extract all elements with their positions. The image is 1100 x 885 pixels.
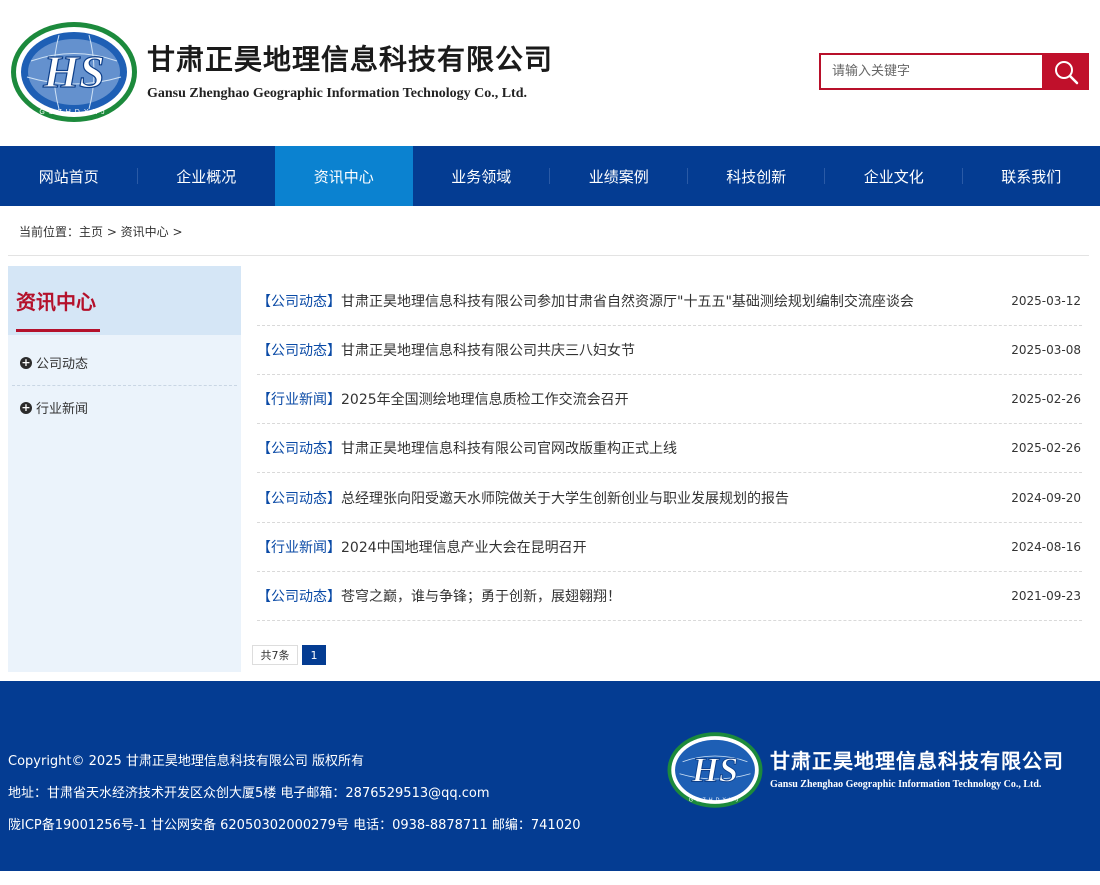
main-nav: 网站首页 企业概况 资讯中心 业务领域 业绩案例 科技创新 企业文化 联系我们 (0, 146, 1100, 206)
news-title[interactable]: 总经理张向阳受邀天水师院做关于大学生创新创业与职业发展规划的报告 (341, 488, 789, 508)
news-date: 2025-03-08 (1011, 343, 1081, 357)
svg-text:GSZHDXXJ: GSZHDXXJ (689, 798, 741, 804)
nav-item-business[interactable]: 业务领域 (413, 146, 550, 206)
news-date: 2025-02-26 (1011, 392, 1081, 406)
news-date: 2025-03-12 (1011, 294, 1081, 308)
pager-page-button[interactable]: 1 (302, 645, 326, 665)
site-header: HS GSZHDXXJ 甘肃正昊地理信息科技有限公司 Gansu Zhengha… (0, 0, 1100, 146)
svg-text:GSZHDXXJ: GSZHDXXJ (39, 109, 108, 116)
sidebar-item-label: 公司动态 (36, 357, 89, 372)
nav-item-about[interactable]: 企业概况 (138, 146, 276, 206)
search-box (819, 53, 1042, 90)
news-list-item[interactable]: 【公司动态】 甘肃正昊地理信息科技有限公司共庆三八妇女节 2025-03-08 (257, 326, 1082, 375)
footer-company-name-en: Gansu Zhenghao Geographic Information Te… (770, 779, 1042, 790)
sidebar: 资讯中心 + 公司动态 + 行业新闻 (8, 266, 241, 672)
nav-label: 业绩案例 (588, 167, 649, 186)
news-category[interactable]: 【公司动态】 (257, 488, 341, 508)
search-input[interactable] (821, 55, 1042, 88)
news-category[interactable]: 【公司动态】 (257, 586, 341, 606)
footer-icp[interactable]: 陇ICP备19001256号-1 甘公网安备 62050302000279号 电… (8, 814, 581, 833)
svg-text:HS: HS (42, 46, 104, 97)
company-logo-icon[interactable]: HS GSZHDXXJ (9, 21, 139, 123)
news-title[interactable]: 2024中国地理信息产业大会在昆明召开 (341, 537, 587, 557)
sidebar-header: 资讯中心 (8, 266, 241, 332)
news-list-item[interactable]: 【公司动态】 甘肃正昊地理信息科技有限公司参加甘肃省自然资源厅"十五五"基础测绘… (257, 277, 1082, 326)
svg-text:HS: HS (691, 751, 738, 789)
news-list-item[interactable]: 【行业新闻】 2024中国地理信息产业大会在昆明召开 2024-08-16 (257, 523, 1082, 572)
news-date: 2025-02-26 (1011, 441, 1081, 455)
nav-item-cases[interactable]: 业绩案例 (550, 146, 688, 206)
nav-label: 联系我们 (1001, 167, 1062, 186)
company-name-en: Gansu Zhenghao Geographic Information Te… (147, 86, 528, 101)
sidebar-list: + 公司动态 + 行业新闻 (8, 335, 241, 672)
news-title[interactable]: 2025年全国测绘地理信息质检工作交流会召开 (341, 389, 629, 409)
nav-item-news[interactable]: 资讯中心 (275, 146, 413, 206)
news-title[interactable]: 苍穹之巅，谁与争锋；勇于创新，展翅翱翔！ (341, 586, 621, 606)
news-list-item[interactable]: 【公司动态】 甘肃正昊地理信息科技有限公司官网改版重构正式上线 2025-02-… (257, 424, 1082, 473)
news-list-item[interactable]: 【行业新闻】 2025年全国测绘地理信息质检工作交流会召开 2025-02-26 (257, 375, 1082, 424)
news-category[interactable]: 【公司动态】 (257, 438, 341, 458)
news-category[interactable]: 【行业新闻】 (257, 389, 341, 409)
plus-circle-icon: + (20, 400, 32, 414)
sidebar-item-industry-news[interactable]: + 行业新闻 (12, 385, 237, 430)
news-date: 2024-08-16 (1011, 540, 1081, 554)
sidebar-item-company-news[interactable]: + 公司动态 (12, 340, 237, 385)
news-date: 2024-09-20 (1011, 491, 1081, 505)
news-category[interactable]: 【公司动态】 (257, 340, 341, 360)
pager-total: 共7条 (252, 645, 298, 665)
news-category[interactable]: 【行业新闻】 (257, 537, 341, 557)
sidebar-title: 资讯中心 (16, 290, 96, 314)
news-list-item[interactable]: 【公司动态】 总经理张向阳受邀天水师院做关于大学生创新创业与职业发展规划的报告 … (257, 474, 1082, 523)
site-footer: Copyright© 2025 甘肃正昊地理信息科技有限公司 版权所有 地址：甘… (0, 681, 1100, 871)
nav-label: 科技创新 (726, 167, 787, 186)
news-category[interactable]: 【公司动态】 (257, 291, 341, 311)
nav-label: 企业文化 (863, 167, 924, 186)
nav-item-contact[interactable]: 联系我们 (963, 146, 1100, 206)
news-title[interactable]: 甘肃正昊地理信息科技有限公司官网改版重构正式上线 (341, 438, 677, 458)
nav-label: 网站首页 (38, 167, 99, 186)
search-icon (1054, 60, 1078, 84)
nav-item-innovation[interactable]: 科技创新 (688, 146, 825, 206)
sidebar-item-label: 行业新闻 (36, 402, 89, 417)
footer-address: 地址：甘肃省天水经济技术开发区众创大厦5楼 电子邮箱：2876529513@qq… (8, 786, 490, 801)
search-button[interactable] (1042, 53, 1089, 90)
footer-logo-icon: HS GSZHDXXJ (667, 732, 763, 808)
plus-circle-icon: + (20, 355, 32, 369)
news-title[interactable]: 甘肃正昊地理信息科技有限公司参加甘肃省自然资源厅"十五五"基础测绘规划编制交流座… (341, 291, 914, 311)
nav-item-home[interactable]: 网站首页 (0, 146, 138, 206)
footer-company-name-cn: 甘肃正昊地理信息科技有限公司 (770, 749, 1064, 773)
news-date: 2021-09-23 (1011, 589, 1081, 603)
breadcrumb[interactable]: 当前位置：主页 > 资讯中心 > (19, 223, 183, 240)
nav-item-culture[interactable]: 企业文化 (825, 146, 963, 206)
nav-label: 企业概况 (176, 167, 237, 186)
nav-label: 业务领域 (451, 167, 512, 186)
breadcrumb-divider (8, 255, 1089, 256)
company-name-cn: 甘肃正昊地理信息科技有限公司 (147, 43, 554, 76)
footer-copyright: Copyright© 2025 甘肃正昊地理信息科技有限公司 版权所有 (8, 754, 365, 769)
sidebar-title-underline (16, 329, 100, 332)
news-title[interactable]: 甘肃正昊地理信息科技有限公司共庆三八妇女节 (341, 340, 635, 360)
nav-label: 资讯中心 (313, 167, 374, 186)
news-list-item[interactable]: 【公司动态】 苍穹之巅，谁与争锋；勇于创新，展翅翱翔！ 2021-09-23 (257, 572, 1082, 621)
